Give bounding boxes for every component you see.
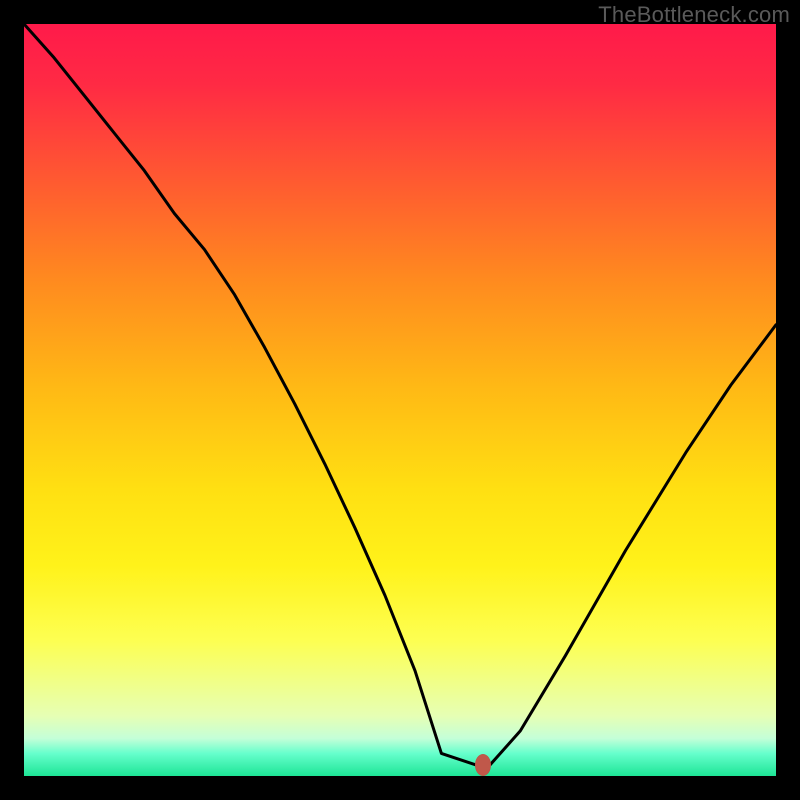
selected-point-marker: [475, 754, 491, 776]
curve-svg: [24, 24, 776, 776]
bottleneck-curve: [24, 24, 776, 765]
plot-area: [24, 24, 776, 776]
chart-frame: TheBottleneck.com: [0, 0, 800, 800]
